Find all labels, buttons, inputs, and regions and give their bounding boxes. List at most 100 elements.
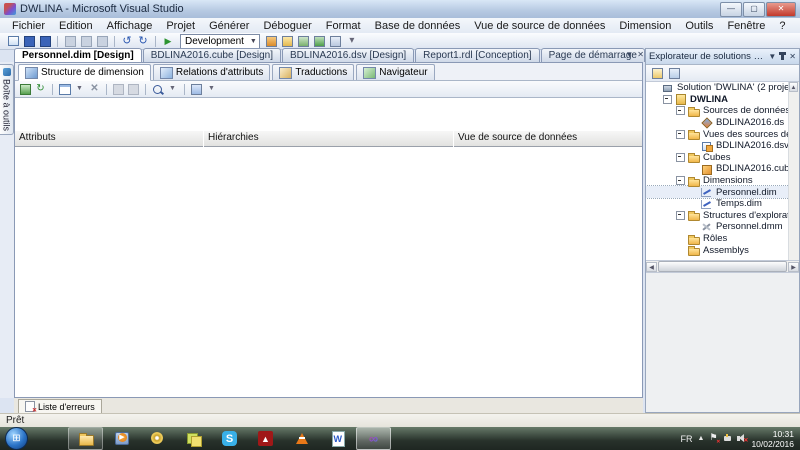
tree-item[interactable]: Temps.dim — [646, 198, 799, 210]
document-tab[interactable]: BDLINA2016.dsv [Design] — [282, 48, 414, 62]
minimize-button[interactable]: — — [720, 2, 742, 17]
properties-window-icon[interactable] — [281, 35, 295, 48]
document-tab[interactable]: Report1.rdl [Conception] — [415, 48, 539, 62]
scroll-left-icon[interactable]: ◀ — [646, 262, 657, 272]
tree-item[interactable]: Personnel.dim — [646, 186, 799, 198]
scroll-up-icon[interactable]: ▲ — [789, 82, 798, 92]
menu-item[interactable]: Vue de source de données — [468, 19, 611, 33]
taskbar-app-button[interactable] — [320, 427, 355, 450]
menu-item[interactable]: Outils — [679, 19, 719, 33]
menu-item[interactable]: Déboguer — [257, 19, 317, 33]
taskbar-app-button[interactable]: S — [212, 427, 247, 450]
maximize-button[interactable]: ▢ — [743, 2, 765, 17]
layout-icon[interactable] — [190, 83, 203, 96]
designer-subtab[interactable]: Structure de dimension — [18, 64, 151, 81]
power-icon[interactable] — [723, 434, 732, 443]
tree-horizontal-scrollbar[interactable]: ◀ ▶ — [646, 261, 799, 273]
menu-item[interactable]: Fichier — [6, 19, 51, 33]
tree-item[interactable]: Assemblys — [646, 244, 799, 256]
expand-collapse-icon[interactable] — [676, 106, 685, 115]
volume-muted-icon[interactable] — [737, 434, 746, 443]
tree-item[interactable]: Cubes — [646, 152, 799, 164]
designer-subtab[interactable]: Relations d'attributs — [153, 64, 271, 80]
close-button[interactable]: ✕ — [766, 2, 796, 17]
start-debug-icon[interactable]: ▶ — [161, 35, 175, 48]
show-output-icon[interactable] — [313, 35, 327, 48]
tree-item[interactable]: DWLINA — [646, 94, 799, 106]
expand-collapse-icon[interactable] — [676, 176, 685, 185]
designer-subtab[interactable]: Navigateur — [356, 64, 434, 80]
close-document-icon[interactable]: ✕ — [637, 50, 644, 60]
menu-item[interactable]: Générer — [203, 19, 255, 33]
tree-item[interactable]: Dimensions — [646, 175, 799, 187]
taskbar-app-button[interactable]: ∞ — [356, 427, 391, 450]
copy-icon[interactable] — [79, 35, 93, 48]
cut-icon[interactable] — [63, 35, 77, 48]
redo-icon[interactable]: ↻ — [136, 35, 150, 48]
delete-icon[interactable]: ✕ — [88, 83, 101, 96]
tree-item[interactable]: Vues des sources de données — [646, 128, 799, 140]
clock[interactable]: 10:31 10/02/2016 — [751, 429, 794, 449]
tree-item[interactable]: Personnel.dmm — [646, 221, 799, 233]
taskbar-app-button[interactable] — [140, 427, 175, 450]
paste-icon[interactable] — [95, 35, 109, 48]
show-hidden-icons-icon[interactable]: ▲ — [698, 435, 705, 442]
undo-icon[interactable]: ↺ — [120, 35, 134, 48]
start-button[interactable]: ⊞ — [5, 427, 28, 450]
tree-item[interactable]: BDLINA2016.cube — [646, 163, 799, 175]
reconnect-icon[interactable]: ↻ — [34, 83, 47, 96]
taskbar-app-button[interactable] — [284, 427, 319, 450]
expand-collapse-icon[interactable] — [676, 211, 685, 220]
scroll-right-icon[interactable]: ▶ — [788, 262, 799, 272]
tree-vertical-scrollbar[interactable]: ▲ — [788, 82, 799, 260]
tree-item[interactable]: BDLINA2016.ds — [646, 117, 799, 129]
menu-item[interactable]: Base de données — [369, 19, 467, 33]
menu-item[interactable]: Fenêtre — [721, 19, 771, 33]
toolbar-overflow-icon[interactable]: ▾ — [345, 35, 359, 48]
tree-item[interactable]: Sources de données — [646, 105, 799, 117]
pin-icon[interactable] — [781, 53, 784, 60]
expand-collapse-icon[interactable] — [676, 130, 685, 139]
taskbar-app-button[interactable] — [176, 427, 211, 450]
document-tab[interactable]: Personnel.dim [Design] — [14, 48, 142, 62]
expand-collapse-icon[interactable] — [676, 153, 685, 162]
taskbar-app-button[interactable] — [104, 427, 139, 450]
menu-item[interactable]: ? — [773, 19, 791, 33]
document-tab[interactable]: BDLINA2016.cube [Design] — [143, 48, 281, 62]
show-all-files-icon[interactable] — [667, 67, 681, 80]
tree-item[interactable]: Solution 'DWLINA' (2 projets) — [646, 82, 799, 94]
zoom-icon[interactable] — [151, 83, 164, 96]
menu-item[interactable]: Projet — [160, 19, 201, 33]
attribute-list-icon[interactable] — [58, 83, 71, 96]
tree-item[interactable]: Structures d'exploration de donné — [646, 210, 799, 222]
menu-item[interactable]: Format — [320, 19, 367, 33]
save-all-icon[interactable] — [38, 35, 52, 48]
taskbar-app-button[interactable] — [32, 427, 67, 450]
zoom-dropdown-icon[interactable]: ▼ — [166, 83, 179, 96]
menu-item[interactable]: Dimension — [613, 19, 677, 33]
layout-dropdown-icon[interactable]: ▼ — [205, 83, 218, 96]
new-project-icon[interactable] — [6, 35, 20, 48]
scrollbar-thumb[interactable] — [658, 261, 787, 272]
taskbar-app-button[interactable] — [68, 427, 103, 450]
properties-icon[interactable] — [650, 67, 664, 80]
tree-item[interactable]: BDLINA2016.dsv — [646, 140, 799, 152]
error-list-tab[interactable]: Liste d'erreurs — [18, 399, 102, 414]
menu-item[interactable]: Edition — [53, 19, 99, 33]
chevron-down-icon[interactable]: ▼ — [73, 83, 86, 96]
taskbar-app-button[interactable]: ▲ — [248, 427, 283, 450]
close-panel-icon[interactable]: ✕ — [789, 52, 796, 61]
expand-collapse-icon[interactable] — [663, 95, 672, 104]
process-icon[interactable] — [297, 35, 311, 48]
action-center-icon[interactable] — [709, 434, 718, 443]
command-window-icon[interactable] — [329, 35, 343, 48]
build-configuration-combo[interactable]: Development ▼ — [180, 34, 260, 49]
deploy-icon[interactable] — [265, 35, 279, 48]
save-icon[interactable] — [22, 35, 36, 48]
designer-subtab[interactable]: Traductions — [272, 64, 354, 80]
process-icon[interactable] — [19, 83, 32, 96]
tree-item[interactable]: Rôles — [646, 233, 799, 245]
active-files-dropdown-icon[interactable]: ▼ — [625, 50, 633, 60]
language-indicator[interactable]: FR — [681, 434, 693, 444]
menu-item[interactable]: Affichage — [101, 19, 159, 33]
